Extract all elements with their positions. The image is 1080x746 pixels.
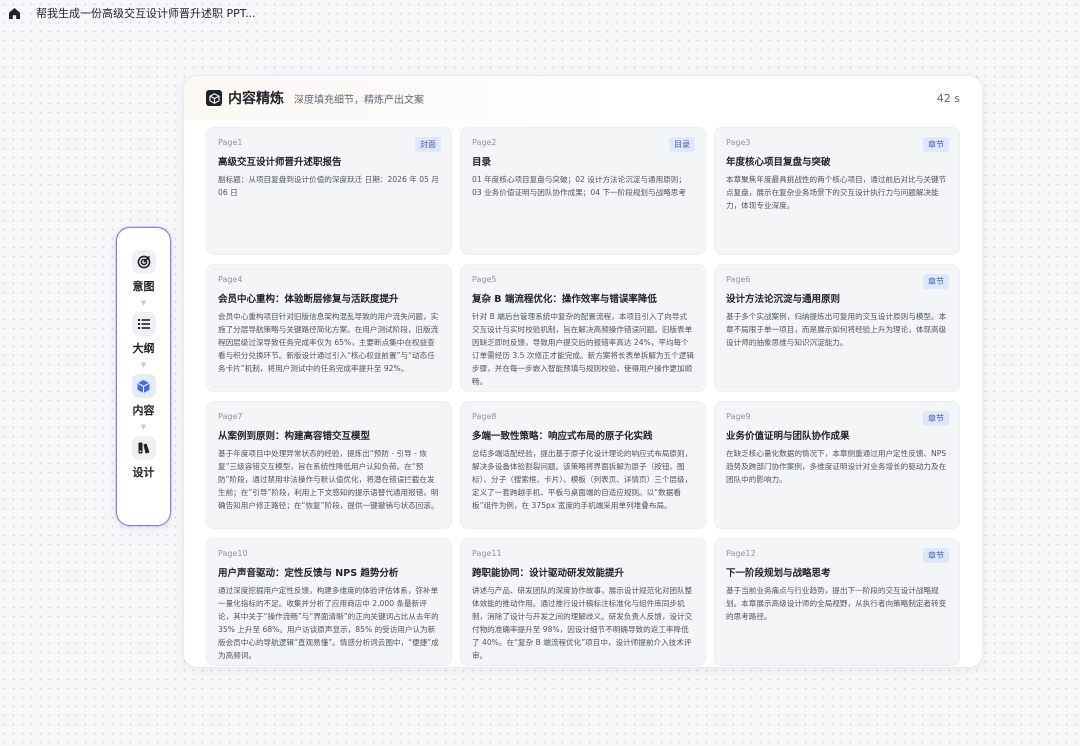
- page-card[interactable]: Page8 多端一致性策略：响应式布局的原子化实践 总结多端适配经验，提出基于原…: [460, 401, 706, 529]
- card-title: 业务价值证明与团队协作成果: [726, 431, 850, 442]
- card-title: 从案例到原则：构建高容错交互模型: [218, 431, 371, 442]
- page-card-grid: Page1 封面 高级交互设计师晋升述职报告 副标题：从项目复盘到设计价值的深度…: [206, 127, 960, 666]
- card-page-number: Page5: [472, 275, 497, 284]
- card-title: 用户声音驱动：定性反馈与 NPS 趋势分析: [218, 568, 399, 579]
- page-card[interactable]: Page11 跨职能协同：设计驱动研发效能提升 讲述与产品、研发团队的深度协作故…: [460, 538, 706, 666]
- card-body: 副标题：从项目复盘到设计价值的深度跃迁 日期：2026 年 05 月 06 日: [218, 175, 439, 197]
- card-type-badge: 章节: [923, 411, 949, 426]
- page-card[interactable]: Page10 用户声音驱动：定性反馈与 NPS 趋势分析 通过深度挖掘用户定性反…: [206, 538, 452, 666]
- card-type-badge: 目录: [669, 137, 695, 152]
- step-content[interactable]: 内容: [131, 374, 156, 418]
- content-refine-panel: 内容精炼 深度填充细节，精炼产出文案 42 s Page1 封面 高级交互设计师…: [183, 75, 983, 668]
- chevron-down-icon: ▼: [140, 423, 147, 431]
- top-bar: 帮我生成一份高级交互设计师晋升述职 PPT...: [0, 0, 1080, 26]
- step-label: 设计: [132, 466, 155, 479]
- page-card[interactable]: Page12 章节 下一阶段规划与战略思考 基于当前业务痛点与行业趋势，提出下一…: [714, 538, 960, 666]
- card-page-number: Page7: [218, 412, 243, 421]
- card-body: 针对 B 端后台管理系统中复杂的配置流程，本项目引入了向导式交互设计与实时校验机…: [472, 312, 694, 386]
- card-page-number: Page8: [472, 412, 497, 421]
- chevron-down-icon: ▼: [140, 299, 147, 307]
- card-type-badge: 章节: [923, 274, 949, 289]
- page-card[interactable]: Page1 封面 高级交互设计师晋升述职报告 副标题：从项目复盘到设计价值的深度…: [206, 127, 452, 255]
- step-intent[interactable]: 意图: [131, 250, 156, 294]
- cube-icon: [131, 374, 156, 398]
- panel-title: 内容精炼: [228, 91, 284, 107]
- panel-header: 内容精炼 深度填充细节，精炼产出文案 42 s: [184, 76, 982, 120]
- card-page-number: Page2: [472, 138, 497, 147]
- card-title: 下一阶段规划与战略思考: [726, 568, 831, 579]
- card-type-badge: 章节: [923, 137, 949, 152]
- page-card[interactable]: Page2 目录 目录 01 年度核心项目复盘与突破；02 设计方法论沉淀与通用…: [460, 127, 706, 255]
- panel-subtitle: 深度填充细节，精炼产出文案: [294, 94, 424, 106]
- card-type-badge: 章节: [923, 548, 949, 563]
- card-body: 基于多个实战案例，归纳提炼出可复用的交互设计原则与模型。本章不局限于单一项目，而…: [726, 312, 947, 347]
- card-body: 总结多端适配经验，提出基于原子化设计理论的响应式布局原则，解决多设备体验割裂问题…: [472, 449, 693, 510]
- card-body: 本章聚焦年度最具挑战性的两个核心项目，通过前后对比与关键节点复盘，展示在复杂业务…: [726, 175, 947, 210]
- step-label: 意图: [132, 280, 155, 293]
- card-body: 在缺乏核心量化数据的情况下，本章侧重通过用户定性反馈、NPS 趋势及跨部门协作案…: [726, 449, 947, 484]
- chevron-down-icon: ▼: [140, 361, 147, 369]
- card-page-number: Page6: [726, 275, 751, 284]
- conversation-title: 帮我生成一份高级交互设计师晋升述职 PPT...: [36, 7, 256, 20]
- card-body: 基于当前业务痛点与行业趋势，提出下一阶段的交互设计战略规划。本章展示高级设计师的…: [726, 586, 947, 621]
- page-card[interactable]: Page7 从案例到原则：构建高容错交互模型 基于年度项目中处理异常状态的经验，…: [206, 401, 452, 529]
- card-page-number: Page3: [726, 138, 751, 147]
- card-title: 跨职能协同：设计驱动研发效能提升: [472, 568, 625, 579]
- workflow-stepper: 意图 ▼ 大纲 ▼ 内容 ▼ 设计: [116, 227, 171, 526]
- step-label: 大纲: [132, 342, 155, 355]
- card-body: 通过深度挖掘用户定性反馈，构建多维度的体验评估体系，弥补单一量化指标的不足。收集…: [218, 586, 439, 660]
- card-page-number: Page4: [218, 275, 243, 284]
- card-title: 目录: [472, 157, 492, 168]
- card-title: 多端一致性策略：响应式布局的原子化实践: [472, 431, 653, 442]
- step-outline[interactable]: 大纲: [131, 312, 156, 356]
- card-body: 基于年度项目中处理异常状态的经验，提炼出“预防 - 引导 - 恢复”三级容错交互…: [218, 449, 439, 510]
- step-design[interactable]: 设计: [131, 436, 156, 480]
- card-body: 讲述与产品、研发团队的深度协作故事，展示设计规范化对团队整体效能的推动作用。通过…: [472, 586, 693, 660]
- elapsed-timer: 42 s: [936, 91, 960, 105]
- card-page-number: Page12: [726, 549, 756, 558]
- list-icon: [131, 312, 156, 336]
- card-page-number: Page11: [472, 549, 502, 558]
- card-page-number: Page9: [726, 412, 751, 421]
- card-type-badge: 封面: [415, 137, 441, 152]
- page-card[interactable]: Page4 会员中心重构：体验断层修复与活跃度提升 会员中心重构项目针对旧版信息…: [206, 264, 452, 392]
- page-card[interactable]: Page5 复杂 B 端流程优化：操作效率与错误率降低 针对 B 端后台管理系统…: [460, 264, 706, 392]
- page-card[interactable]: Page3 章节 年度核心项目复盘与突破 本章聚焦年度最具挑战性的两个核心项目，…: [714, 127, 960, 255]
- card-title: 复杂 B 端流程优化：操作效率与错误率降低: [472, 294, 657, 305]
- card-body: 会员中心重构项目针对旧版信息架构混乱导致的用户流失问题，实施了分层导航策略与关键…: [218, 312, 439, 373]
- step-label: 内容: [132, 404, 155, 417]
- target-icon: [131, 250, 156, 274]
- card-title: 高级交互设计师晋升述职报告: [218, 157, 342, 168]
- page-card[interactable]: Page6 章节 设计方法论沉淀与通用原则 基于多个实战案例，归纳提炼出可复用的…: [714, 264, 960, 392]
- palette-icon: [131, 436, 156, 460]
- card-title: 会员中心重构：体验断层修复与活跃度提升: [218, 294, 399, 305]
- card-title: 年度核心项目复盘与突破: [726, 157, 831, 168]
- cube-icon: [206, 90, 222, 106]
- card-page-number: Page1: [218, 138, 243, 147]
- card-title: 设计方法论沉淀与通用原则: [726, 294, 841, 305]
- card-page-number: Page10: [218, 549, 248, 558]
- card-body: 01 年度核心项目复盘与突破；02 设计方法论沉淀与通用原则；03 业务价值证明…: [472, 175, 686, 197]
- page-card[interactable]: Page9 章节 业务价值证明与团队协作成果 在缺乏核心量化数据的情况下，本章侧…: [714, 401, 960, 529]
- home-icon[interactable]: [6, 5, 22, 21]
